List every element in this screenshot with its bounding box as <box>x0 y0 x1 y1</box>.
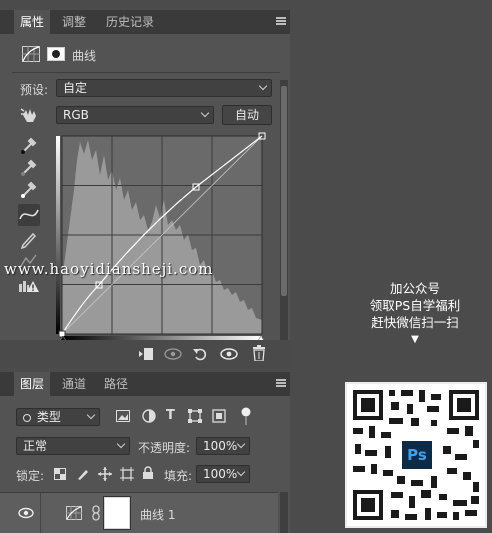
lock-position-icon[interactable] <box>98 467 112 481</box>
tab-layers[interactable]: 图层 <box>14 372 51 396</box>
fill-value: 100% <box>203 467 238 481</box>
chevron-down-icon <box>200 108 210 118</box>
draw-curve-tool[interactable] <box>18 228 40 250</box>
divider <box>40 493 41 533</box>
lock-label: 锁定: <box>16 469 45 483</box>
layers-tabbar: 图层 通道 路径 <box>0 372 290 396</box>
preset-label: 预设: <box>20 83 49 97</box>
white-point-eyedropper[interactable] <box>18 178 40 200</box>
chevron-down-icon <box>236 467 246 477</box>
properties-tabbar: 属性 调整 历史记录 <box>0 10 290 34</box>
layers-menu-icon[interactable] <box>276 379 286 387</box>
visibility-eye-icon[interactable] <box>18 507 34 519</box>
filter-value: 类型 <box>36 410 61 424</box>
curves-layer-icon <box>66 506 82 520</box>
opacity-value: 100% <box>203 439 238 453</box>
photoshop-logo-icon: Ps <box>400 439 434 471</box>
blend-mode-select[interactable]: 正常 <box>16 437 130 455</box>
layer-mask-icon[interactable] <box>47 47 65 61</box>
layers-scrollbar[interactable] <box>280 492 288 533</box>
curves-graph[interactable] <box>44 130 270 340</box>
fill-input[interactable]: 100% <box>196 465 250 483</box>
filter-smart-object-icon[interactable] <box>212 409 226 423</box>
opacity-input[interactable]: 100% <box>196 437 250 455</box>
view-previous-state-icon[interactable] <box>164 347 182 361</box>
auto-button[interactable]: 自动 <box>222 105 272 125</box>
chevron-down-icon <box>86 410 96 420</box>
clip-to-layer-icon[interactable] <box>138 347 154 361</box>
layer-name[interactable]: 曲线 1 <box>140 506 175 523</box>
mask-link-icon[interactable] <box>92 505 100 521</box>
properties-footer <box>0 340 290 368</box>
opacity-label: 不透明度: <box>138 441 191 455</box>
tab-history[interactable]: 历史记录 <box>100 10 160 34</box>
tab-channels[interactable]: 通道 <box>56 372 92 396</box>
layer-filter-select[interactable]: 类型 <box>16 408 100 426</box>
promo-text: 加公众号 领取PS自学福利 赶快微信扫一扫 ▼ <box>345 280 485 348</box>
lock-artboard-icon[interactable] <box>120 467 134 481</box>
lock-image-pixels-icon[interactable] <box>76 467 90 481</box>
curve-points-icon <box>19 209 39 220</box>
promo-line-3: 赶快微信扫一扫 <box>371 315 459 330</box>
tab-adjustments[interactable]: 调整 <box>56 10 92 34</box>
adjustment-title: 曲线 <box>72 49 97 63</box>
chevron-down-icon <box>258 81 268 91</box>
tab-paths[interactable]: 路径 <box>98 372 134 396</box>
preset-value: 自定 <box>63 81 88 95</box>
filter-toggle-icon[interactable] <box>240 406 252 426</box>
layer-row[interactable]: 曲线 1 <box>0 492 278 533</box>
edit-points-tool[interactable] <box>18 204 40 226</box>
filter-adjustment-icon[interactable] <box>142 409 156 423</box>
search-icon <box>23 414 31 422</box>
filter-pixel-icon[interactable] <box>116 410 130 422</box>
visibility-eye-icon[interactable] <box>220 347 238 361</box>
properties-menu-icon[interactable] <box>276 17 286 25</box>
layers-panel: 类型 T 正常 不透明度: 100% 锁定: 填充: 100% 曲线 1 <box>0 396 290 533</box>
channel-value: RGB <box>63 108 89 122</box>
targeted-adjustment-hand-icon[interactable] <box>20 106 40 124</box>
blend-mode-value: 正常 <box>23 439 48 453</box>
eyedropper-gray-icon <box>21 159 37 176</box>
eyedropper-black-icon <box>21 137 37 154</box>
promo-line-2: 领取PS自学福利 <box>369 298 461 313</box>
tab-properties[interactable]: 属性 <box>14 10 51 34</box>
watermark-url: www.haoyidiansheji.com <box>4 260 214 278</box>
properties-scrollbar[interactable] <box>280 80 288 340</box>
qr-code[interactable]: Ps <box>345 382 487 528</box>
chevron-down-icon <box>116 439 126 449</box>
arrow-down-icon: ▼ <box>411 334 419 345</box>
curves-adjustment-icon <box>22 46 40 62</box>
properties-panel: 曲线 预设: 自定 RGB 自动 <box>0 34 290 368</box>
layer-mask-thumbnail[interactable] <box>103 496 131 530</box>
filter-type-icon[interactable]: T <box>166 408 175 423</box>
gray-point-eyedropper[interactable] <box>18 156 40 178</box>
promo-line-1: 加公众号 <box>389 281 440 296</box>
eyedropper-white-icon <box>21 181 37 198</box>
divider <box>12 72 280 73</box>
trash-icon[interactable] <box>252 345 266 361</box>
channel-select[interactable]: RGB <box>56 106 214 124</box>
lock-all-icon[interactable] <box>142 466 154 480</box>
fill-label: 填充: <box>164 469 193 483</box>
chevron-down-icon <box>236 439 246 449</box>
lock-transparent-pixels-icon[interactable] <box>54 468 66 480</box>
pencil-icon <box>20 232 37 250</box>
filter-shape-icon[interactable] <box>188 409 202 423</box>
black-point-eyedropper[interactable] <box>18 134 40 156</box>
reset-icon[interactable] <box>192 346 208 362</box>
output-gradient-bar <box>56 136 60 334</box>
preset-select[interactable]: 自定 <box>56 79 272 97</box>
